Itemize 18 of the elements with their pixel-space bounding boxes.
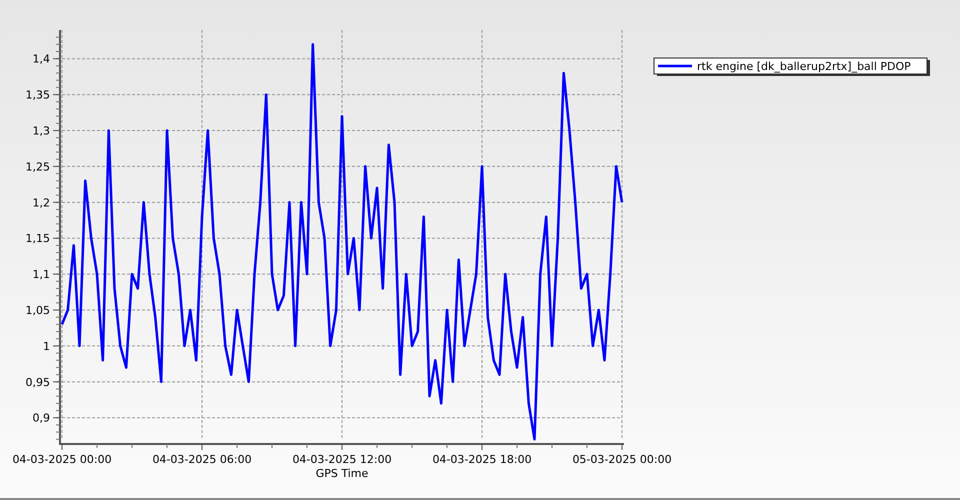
legend-label: rtk engine [dk_ballerup2rtx]_ball PDOP (697, 60, 911, 73)
y-tick-label: 1,1 (32, 268, 50, 282)
y-tick-label: 1,4 (32, 52, 50, 66)
y-tick-label: 1,15 (26, 232, 50, 246)
y-tick-label: 0,9 (32, 412, 50, 425)
y-tick-label: 1 (43, 340, 50, 353)
x-axis-title: GPS Time (316, 467, 368, 480)
y-tick-label: 1,3 (32, 124, 50, 138)
y-tick-label: 1,25 (26, 160, 50, 174)
x-tick-label: 04-03-2025 00:00 (12, 453, 112, 466)
x-tick-label: 04-03-2025 18:00 (432, 453, 532, 466)
x-tick-label: 04-03-2025 12:00 (292, 453, 392, 466)
x-tick-label: 04-03-2025 06:00 (152, 453, 252, 466)
y-tick-label: 1,2 (32, 196, 50, 210)
y-tick-label: 1,35 (26, 88, 50, 102)
y-tick-label: 0,95 (26, 376, 50, 389)
x-tick-label: 05-03-2025 00:00 (572, 453, 672, 466)
y-tick-label: 1,05 (26, 304, 50, 318)
